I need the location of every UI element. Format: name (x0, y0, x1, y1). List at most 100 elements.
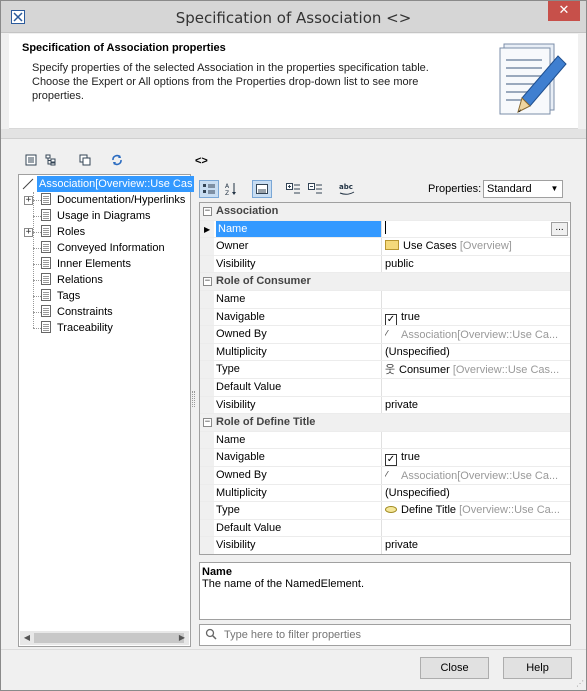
type-value: Consumer (399, 364, 450, 377)
scroll-right-icon[interactable]: ▶ (175, 631, 189, 645)
close-button[interactable]: Close (420, 657, 489, 679)
property-row-visibility[interactable]: Visibility private (200, 396, 570, 415)
property-value[interactable]: ⁄ Association[Overview::Use Ca... (385, 467, 570, 484)
tree-item-relations[interactable]: Relations (57, 272, 103, 288)
property-row-default-value[interactable]: Default Value (200, 519, 570, 538)
tree-item-inner-elements[interactable]: Inner Elements (57, 256, 131, 272)
filter-input[interactable] (224, 627, 564, 643)
owned-by-value: Association[Overview::Use Ca... (401, 470, 559, 482)
property-value[interactable]: ⁄ Association[Overview::Use Ca... (385, 326, 570, 343)
resize-grip-icon[interactable]: ⋰ (576, 679, 584, 688)
property-name: Multiplicity (216, 484, 382, 502)
property-row-visibility[interactable]: Visibility public (200, 255, 570, 274)
property-name: Name (216, 431, 382, 449)
collapse-icon[interactable]: − (203, 207, 212, 216)
property-row-owned-by[interactable]: Owned By ⁄ Association[Overview::Use Ca..… (200, 326, 570, 344)
conveyed-page-icon (41, 241, 51, 253)
property-value[interactable]: (Unspecified) (385, 344, 570, 361)
property-row-owned-by[interactable]: Owned By ⁄ Association[Overview::Use Ca..… (200, 467, 570, 485)
navigable-checkbox[interactable]: ✓ (385, 313, 397, 326)
property-value[interactable] (385, 432, 570, 449)
sort-alphabetical-icon[interactable]: AZ (221, 180, 241, 198)
spell-check-icon[interactable]: abc (337, 180, 357, 198)
group-role-of-consumer[interactable]: − Role of Consumer (200, 273, 570, 291)
property-row-visibility[interactable]: Visibility private (200, 537, 570, 554)
property-row-navigable[interactable]: Navigable ✓ true (200, 308, 570, 327)
property-value[interactable]: private (385, 537, 570, 554)
property-value[interactable] (385, 379, 570, 396)
row-gutter (200, 519, 214, 537)
name-value-field[interactable]: ... (385, 220, 570, 238)
property-row-multiplicity[interactable]: Multiplicity (Unspecified) (200, 484, 570, 503)
property-row-name[interactable]: Name (200, 431, 570, 450)
row-gutter (200, 255, 214, 273)
row-gutter (200, 467, 214, 484)
tree-item-traceability[interactable]: Traceability (57, 320, 113, 336)
property-row-type[interactable]: Type Define Title [Overview::Use Ca... (200, 502, 570, 520)
pane-splitter[interactable] (192, 391, 195, 407)
property-value[interactable] (385, 520, 570, 537)
tree-item-conveyed-information[interactable]: Conveyed Information (57, 240, 165, 256)
properties-toolbar: AZ abc Properties: Standard ▼ (197, 178, 577, 200)
tree-item-association[interactable]: Association[Overview::Use Cas (37, 176, 195, 192)
description-toggle-icon[interactable] (252, 180, 272, 198)
copy-icon[interactable] (78, 153, 92, 167)
property-value[interactable]: Use Cases [Overview] (385, 238, 570, 255)
row-gutter (200, 379, 214, 396)
property-value[interactable]: Define Title [Overview::Use Ca... (385, 502, 570, 519)
property-row-name[interactable]: Name (200, 291, 570, 309)
actor-icon: 웃 (385, 363, 396, 377)
property-name: Owned By (216, 326, 382, 343)
collapse-all-icon[interactable] (305, 180, 325, 198)
expand-toggle[interactable]: + (24, 196, 33, 205)
tree-item-constraints[interactable]: Constraints (57, 304, 113, 320)
categorized-view-icon[interactable] (199, 180, 219, 198)
tree-item-documentation[interactable]: Documentation/Hyperlinks (57, 192, 185, 208)
svg-text:A: A (225, 183, 230, 190)
tree-item-roles[interactable]: Roles (57, 224, 85, 240)
property-value[interactable]: public (385, 256, 570, 273)
description-title: Name (202, 566, 232, 578)
expand-all-icon[interactable] (283, 180, 303, 198)
property-row-multiplicity[interactable]: Multiplicity (Unspecified) (200, 343, 570, 362)
property-value[interactable] (385, 291, 570, 308)
association-icon: ⁄ (385, 328, 387, 342)
properties-mode-select[interactable]: Standard ▼ (483, 180, 563, 198)
tree-item-tags[interactable]: Tags (57, 288, 80, 304)
property-value[interactable]: (Unspecified) (385, 485, 570, 502)
collapse-icon[interactable]: − (203, 277, 212, 287)
group-association[interactable]: − Association (200, 203, 570, 221)
property-row-default-value[interactable]: Default Value (200, 379, 570, 397)
constraints-page-icon (41, 305, 51, 317)
expand-toggle[interactable]: + (24, 228, 33, 237)
property-value[interactable]: ✓ true (385, 309, 570, 326)
tags-page-icon (41, 289, 51, 301)
property-value[interactable]: private (385, 397, 570, 414)
scrollbar-thumb[interactable] (34, 633, 184, 643)
property-name: Type (216, 361, 382, 378)
property-value[interactable]: 웃 Consumer [Overview::Use Cas... (385, 361, 570, 378)
row-gutter (200, 308, 214, 326)
list-view-icon[interactable] (24, 153, 38, 167)
scroll-left-icon[interactable]: ◀ (20, 631, 34, 645)
property-row-type[interactable]: Type 웃 Consumer [Overview::Use Cas... (200, 361, 570, 379)
property-row-owner[interactable]: Owner Use Cases [Overview] (200, 238, 570, 256)
use-case-icon (385, 506, 397, 514)
tree-view-icon[interactable] (44, 153, 58, 167)
row-gutter (200, 343, 214, 361)
filter-box[interactable] (199, 624, 571, 646)
tree-item-usage[interactable]: Usage in Diagrams (57, 208, 151, 224)
property-value[interactable]: ✓ true (385, 449, 570, 466)
refresh-icon[interactable] (110, 153, 124, 167)
collapse-icon[interactable]: − (203, 418, 212, 428)
property-name: Name (216, 291, 382, 308)
help-button[interactable]: Help (503, 657, 572, 679)
property-row-name[interactable]: ▶ Name ... (200, 220, 570, 239)
ellipsis-button[interactable]: ... (551, 221, 568, 236)
title-bar[interactable]: Specification of Association <> ✕ (1, 1, 586, 33)
tree-horizontal-scrollbar[interactable]: ◀ ▶ (20, 631, 189, 645)
property-row-navigable[interactable]: Navigable ✓ true (200, 449, 570, 467)
group-role-of-define-title[interactable]: − Role of Define Title (200, 414, 570, 432)
close-window-button[interactable]: ✕ (548, 1, 580, 21)
navigable-checkbox[interactable]: ✓ (385, 454, 397, 466)
